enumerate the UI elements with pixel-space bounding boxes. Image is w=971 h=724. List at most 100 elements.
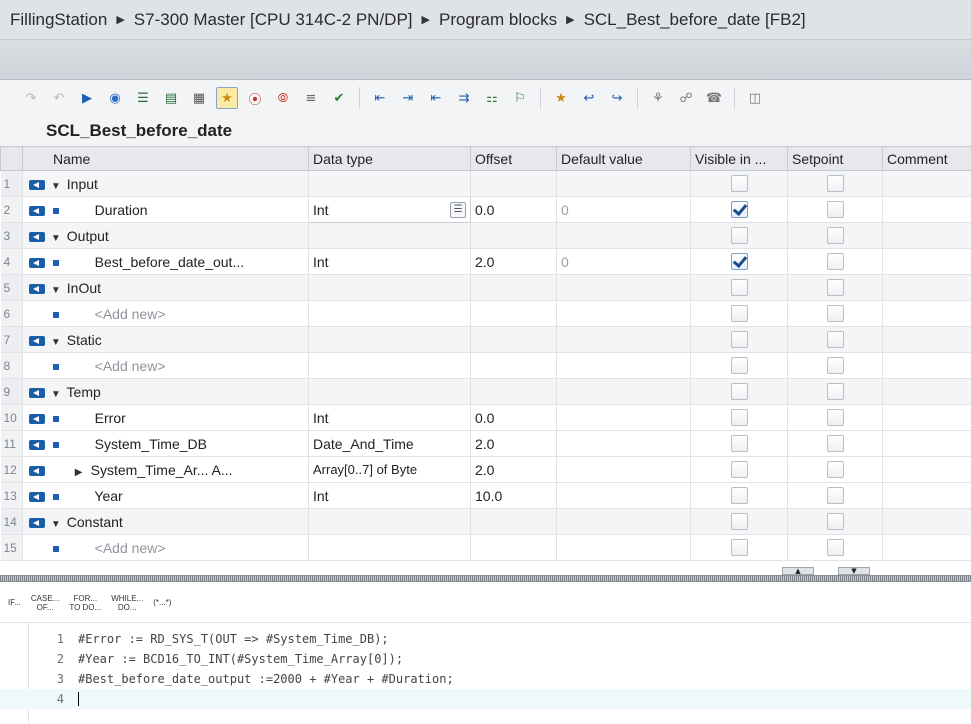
setpoint-checkbox[interactable]	[826, 305, 844, 323]
uncomment-icon[interactable]: ⚐	[509, 87, 531, 109]
snippet-case[interactable]: CASE... OF...	[31, 594, 59, 612]
table-row[interactable]: 10 Error Int 0.0	[0, 404, 971, 431]
table-row[interactable]: 15 <Add new>	[0, 534, 971, 561]
table-row[interactable]: 6 <Add new>	[0, 300, 971, 327]
table-row[interactable]: 13 Year Int 10.0	[0, 482, 971, 509]
increase-indent-icon[interactable]: ⇥	[397, 87, 419, 109]
block-call-icon[interactable]: ◉	[104, 87, 126, 109]
setpoint-checkbox[interactable]	[826, 461, 844, 479]
setpoint-checkbox[interactable]	[826, 201, 844, 219]
scl-code-editor[interactable]: 1 #Error := RD_SYS_T(OUT => #System_Time…	[0, 623, 971, 724]
setpoint-checkbox[interactable]	[826, 409, 844, 427]
splitter-up-icon[interactable]: ▲	[782, 567, 814, 575]
setpoint-checkbox[interactable]	[826, 357, 844, 375]
code-text[interactable]: #Year := BCD16_TO_INT(#System_Time_Array…	[78, 649, 403, 669]
insert-row-icon[interactable]: ↷	[20, 87, 42, 109]
default-value-cell[interactable]	[556, 352, 691, 379]
type-cell[interactable]	[308, 534, 471, 561]
visible-in-hmi-checkbox[interactable]	[730, 383, 748, 401]
name-cell[interactable]: ▼ Temp	[22, 378, 309, 405]
code-line[interactable]: 3 #Best_before_date_output :=2000 + #Yea…	[0, 669, 971, 689]
list-outdent-icon[interactable]: ▤	[160, 87, 182, 109]
default-value-cell[interactable]: 0	[556, 248, 691, 275]
display-mode-icon[interactable]: ▦	[188, 87, 210, 109]
decrease-indent-icon[interactable]: ⇤	[425, 87, 447, 109]
name-cell[interactable]: Year	[22, 482, 309, 509]
comment-cell[interactable]	[882, 378, 971, 405]
column-header-setpoint[interactable]: Setpoint	[787, 146, 883, 171]
column-header-name[interactable]: Name	[22, 146, 309, 171]
code-line[interactable]: 2 #Year := BCD16_TO_INT(#System_Time_Arr…	[0, 649, 971, 669]
favorites-icon[interactable]: ★	[216, 87, 238, 109]
comment-cell[interactable]	[882, 404, 971, 431]
setpoint-checkbox[interactable]	[826, 513, 844, 531]
expand-arrow-icon[interactable]: ▶	[75, 467, 87, 478]
table-row[interactable]: 8 <Add new>	[0, 352, 971, 379]
name-cell[interactable]: ▼ Constant	[22, 508, 309, 535]
comment-cell[interactable]	[882, 274, 971, 301]
setpoint-checkbox[interactable]	[826, 227, 844, 245]
breakpoint-icon[interactable]: ⦾	[272, 87, 294, 109]
add-new-placeholder[interactable]: <Add new>	[95, 540, 166, 556]
default-value-cell[interactable]	[556, 300, 691, 327]
visible-in-hmi-checkbox[interactable]	[730, 279, 748, 297]
code-line-current[interactable]: 4	[0, 689, 971, 709]
type-cell[interactable]: Int	[308, 248, 471, 275]
type-cell[interactable]	[308, 378, 471, 405]
type-cell[interactable]	[308, 508, 471, 535]
type-list-button-icon[interactable]: ☰	[450, 201, 466, 218]
list-indent-icon[interactable]: ☰	[132, 87, 154, 109]
default-value-cell[interactable]	[556, 482, 691, 509]
visible-in-hmi-checkbox[interactable]	[730, 513, 748, 531]
auto-indent-icon[interactable]: ⇉	[453, 87, 475, 109]
visible-in-hmi-checkbox[interactable]	[730, 357, 748, 375]
default-value-cell[interactable]	[556, 326, 691, 353]
default-value-cell[interactable]	[556, 274, 691, 301]
monitoring-icon[interactable]: ⦿	[244, 87, 266, 109]
comment-out-icon[interactable]: ≡	[300, 87, 322, 109]
snippet-if[interactable]: IF...	[8, 598, 21, 607]
setpoint-checkbox[interactable]	[826, 253, 844, 271]
comment-cell[interactable]	[882, 456, 971, 483]
code-line[interactable]: 1 #Error := RD_SYS_T(OUT => #System_Time…	[0, 629, 971, 649]
column-header-data-type[interactable]: Data type	[308, 146, 471, 171]
comment-cell[interactable]	[882, 170, 971, 197]
comment-cell[interactable]	[882, 352, 971, 379]
setpoint-checkbox[interactable]	[826, 487, 844, 505]
type-cell[interactable]	[308, 170, 471, 197]
add-row-icon[interactable]: ↶	[48, 87, 70, 109]
table-row[interactable]: 2 Duration Int ☰ 0.0 0	[0, 196, 971, 223]
type-cell[interactable]	[308, 222, 471, 249]
table-row[interactable]: 5 ▼ InOut	[0, 274, 971, 301]
name-cell[interactable]: ▼ Input	[22, 170, 309, 197]
type-cell[interactable]	[308, 274, 471, 301]
name-cell[interactable]: ▶ System_Time_Ar... A...	[22, 456, 309, 483]
visible-in-hmi-checkbox[interactable]	[730, 487, 748, 505]
default-value-cell[interactable]	[556, 378, 691, 405]
table-row[interactable]: 4 Best_before_date_out... Int 2.0 0	[0, 248, 971, 275]
visible-in-hmi-checkbox[interactable]	[730, 201, 748, 219]
default-value-cell[interactable]	[556, 456, 691, 483]
compile-icon[interactable]: ✔	[328, 87, 350, 109]
previous-bookmark-icon[interactable]: ↩	[578, 87, 600, 109]
code-text[interactable]: #Error := RD_SYS_T(OUT => #System_Time_D…	[78, 629, 389, 649]
default-value-cell[interactable]	[556, 508, 691, 535]
name-cell[interactable]: System_Time_DB	[22, 430, 309, 457]
default-value-cell[interactable]	[556, 222, 691, 249]
table-row[interactable]: 14 ▼ Constant	[0, 508, 971, 535]
column-header-offset[interactable]: Offset	[470, 146, 557, 171]
update-interface-icon[interactable]: ▶	[76, 87, 98, 109]
visible-in-hmi-checkbox[interactable]	[730, 461, 748, 479]
table-row[interactable]: 12 ▶ System_Time_Ar... A... Array[0..7] …	[0, 456, 971, 483]
table-row[interactable]: 9 ▼ Temp	[0, 378, 971, 405]
network-icon[interactable]: ⚘	[647, 87, 669, 109]
comment-cell[interactable]	[882, 482, 971, 509]
comment-cell[interactable]	[882, 326, 971, 353]
type-cell[interactable]: Int	[308, 404, 471, 431]
collapse-arrow-icon[interactable]: ▼	[51, 389, 63, 400]
type-cell[interactable]: Int	[308, 482, 471, 509]
breadcrumb-project[interactable]: FillingStation	[10, 10, 107, 30]
setpoint-checkbox[interactable]	[826, 331, 844, 349]
visible-in-hmi-checkbox[interactable]	[730, 253, 748, 271]
name-cell[interactable]: Error	[22, 404, 309, 431]
